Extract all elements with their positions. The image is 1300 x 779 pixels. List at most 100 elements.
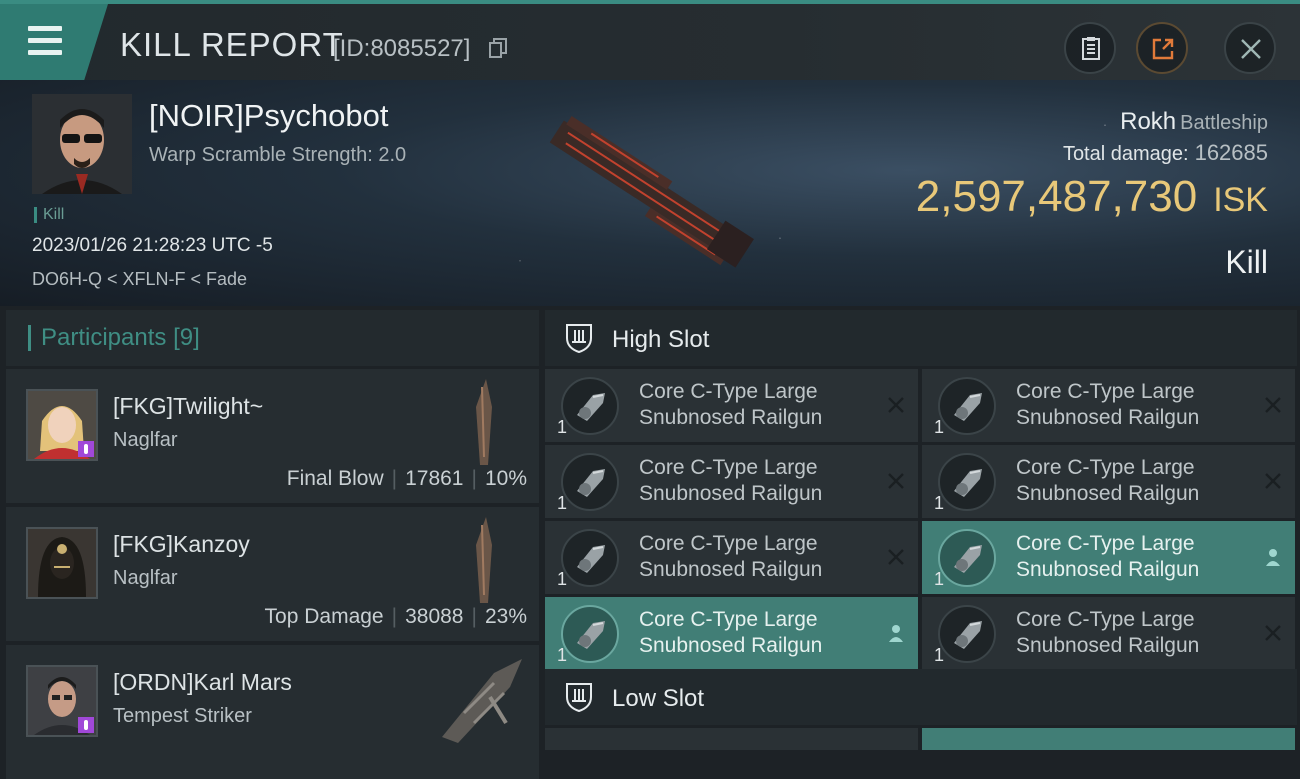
kill-location[interactable]: DO6H-Q < XFLN-F < Fade [32, 269, 247, 290]
participant-ship: Tempest Striker [113, 705, 252, 727]
module-name: Core C-Type Large Snubnosed Railgun [639, 608, 823, 657]
module-item[interactable]: 1 Core C-Type Large Snubnosed Railgun [922, 597, 1295, 670]
participant-ship-image [442, 659, 522, 743]
module-item[interactable]: 1 Core C-Type Large Snubnosed Railgun [545, 445, 918, 518]
participant-avatar[interactable] [26, 665, 98, 737]
module-quantity: 1 [934, 645, 945, 665]
person-icon [1266, 549, 1280, 566]
total-damage: Total damage: 162685 [1063, 140, 1268, 166]
kill-tag: Kill [34, 207, 64, 223]
warp-scramble-strength: Warp Scramble Strength: 2.0 [149, 144, 407, 166]
copy-icon[interactable] [489, 38, 507, 58]
high-slot-label: High Slot [612, 326, 710, 353]
module-item[interactable]: 1 Core C-Type Large Snubnosed Railgun [545, 597, 918, 670]
participant-damage: 38088 [405, 605, 464, 628]
participants-title: Participants [9] [28, 325, 200, 351]
railgun-icon [561, 377, 619, 435]
x-icon [1265, 625, 1281, 641]
railgun-icon [938, 605, 996, 663]
module-name: Core C-Type Large Snubnosed Railgun [639, 532, 823, 581]
menu-icon [28, 26, 62, 56]
module-quantity: 1 [557, 569, 568, 589]
share-icon [1152, 38, 1174, 60]
participant-role: Final Blow [286, 467, 384, 490]
participant-row[interactable]: [ORDN]Karl Mars Tempest Striker [6, 645, 539, 779]
module-item[interactable]: 1 Core C-Type Large Snubnosed Railgun [545, 521, 918, 594]
x-icon [888, 549, 904, 565]
person-icon [889, 625, 903, 642]
x-icon [1265, 397, 1281, 413]
participant-name: [FKG]Twilight~ [113, 393, 264, 419]
result-label: Kill [1225, 244, 1268, 280]
close-button[interactable] [1224, 22, 1276, 74]
module-quantity: 1 [934, 569, 945, 589]
isk-value: 2,597,487,730 ISK [916, 172, 1268, 222]
module-item[interactable]: 1 Core C-Type Large Snubnosed Railgun [922, 445, 1295, 518]
fitting-panel: High Slot 1 Core C-Type Large Snubnosed Ra… [545, 310, 1300, 750]
x-icon [888, 397, 904, 413]
module-item[interactable]: 1 Core C-Type Large Snubnosed Railgun [922, 369, 1295, 442]
clipboard-button[interactable] [1064, 22, 1116, 74]
module-item[interactable]: 1 Core C-Type Large Snubnosed Railgun [922, 521, 1295, 594]
isk-unit: ISK [1213, 181, 1268, 219]
victim-avatar[interactable] [32, 94, 132, 194]
participant-ship-image [476, 379, 492, 465]
participant-percent: 10% [484, 467, 527, 490]
page-title: KILL REPORT [120, 26, 344, 63]
module-quantity: 1 [934, 493, 945, 513]
low-slot-label: Low Slot [612, 685, 705, 712]
participant-name: [FKG]Kanzoy [113, 531, 250, 557]
participant-row[interactable]: [FKG]Kanzoy Naglfar Top Damage | 38088 | 23% [6, 507, 539, 641]
slot-icon [566, 324, 592, 354]
module-quantity: 1 [557, 493, 568, 513]
module-name: Core C-Type Large Snubnosed Railgun [1016, 380, 1200, 429]
railgun-icon [938, 453, 996, 511]
total-damage-label: Total damage: [1062, 143, 1189, 165]
module-name: Core C-Type Large Snubnosed Railgun [1016, 532, 1200, 581]
module-name: Core C-Type Large Snubnosed Railgun [1016, 456, 1200, 505]
participant-ship-image [476, 517, 492, 603]
module-name: Core C-Type Large Snubnosed Railgun [1016, 608, 1200, 657]
module-row-partial[interactable] [545, 728, 918, 750]
close-icon [1241, 39, 1261, 59]
participant-ship: Naglfar [113, 567, 178, 589]
ship-class: Battleship [1180, 112, 1268, 134]
module-row-partial[interactable] [922, 728, 1295, 750]
participant-role: Top Damage [264, 605, 384, 628]
participant-ship: Naglfar [113, 429, 178, 451]
module-quantity: 1 [557, 417, 568, 437]
menu-button[interactable] [0, 4, 108, 80]
module-quantity: 1 [557, 645, 568, 665]
total-damage-value: 162685 [1194, 140, 1268, 165]
victim-ship-image [549, 115, 754, 268]
railgun-icon [561, 529, 619, 587]
participant-avatar[interactable] [26, 389, 98, 461]
kill-datetime: 2023/01/26 21:28:23 UTC -5 [32, 235, 273, 256]
participant-damage: 17861 [405, 467, 464, 490]
x-icon [888, 473, 904, 489]
top-bar: KILL REPORT [ID:8085527] [0, 0, 1300, 80]
railgun-icon [938, 529, 996, 587]
module-name: Core C-Type Large Snubnosed Railgun [639, 456, 823, 505]
victim-ship[interactable]: Rokh Battleship [1120, 108, 1268, 136]
participant-percent: 23% [484, 605, 527, 628]
x-icon [1265, 473, 1281, 489]
victim-summary: [NOIR]Psychobot Warp Scramble Strength: … [0, 80, 1300, 306]
module-name: Core C-Type Large Snubnosed Railgun [639, 380, 823, 429]
clipboard-icon [1082, 37, 1100, 60]
badge-icon [78, 441, 94, 457]
railgun-icon [561, 605, 619, 663]
participant-row[interactable]: [FKG]Twilight~ Naglfar Final Blow | 17861 |… [6, 369, 539, 503]
participants-header[interactable]: Participants [9] [6, 310, 539, 366]
ship-name: Rokh [1120, 108, 1177, 135]
participants-count: [9] [173, 324, 200, 351]
kill-id: [ID:8085527] [333, 35, 471, 62]
participants-panel: Participants [9] [FKG]Twilight~ Naglfar … [6, 310, 539, 779]
participant-avatar[interactable] [26, 527, 98, 599]
slot-icon [566, 683, 592, 713]
module-item[interactable]: 1 Core C-Type Large Snubnosed Railgun [545, 369, 918, 442]
participant-name: [ORDN]Karl Mars [113, 669, 292, 695]
share-button[interactable] [1136, 22, 1188, 74]
isk-amount: 2,597,487,730 [915, 172, 1198, 221]
victim-name[interactable]: [NOIR]Psychobot [149, 98, 388, 134]
